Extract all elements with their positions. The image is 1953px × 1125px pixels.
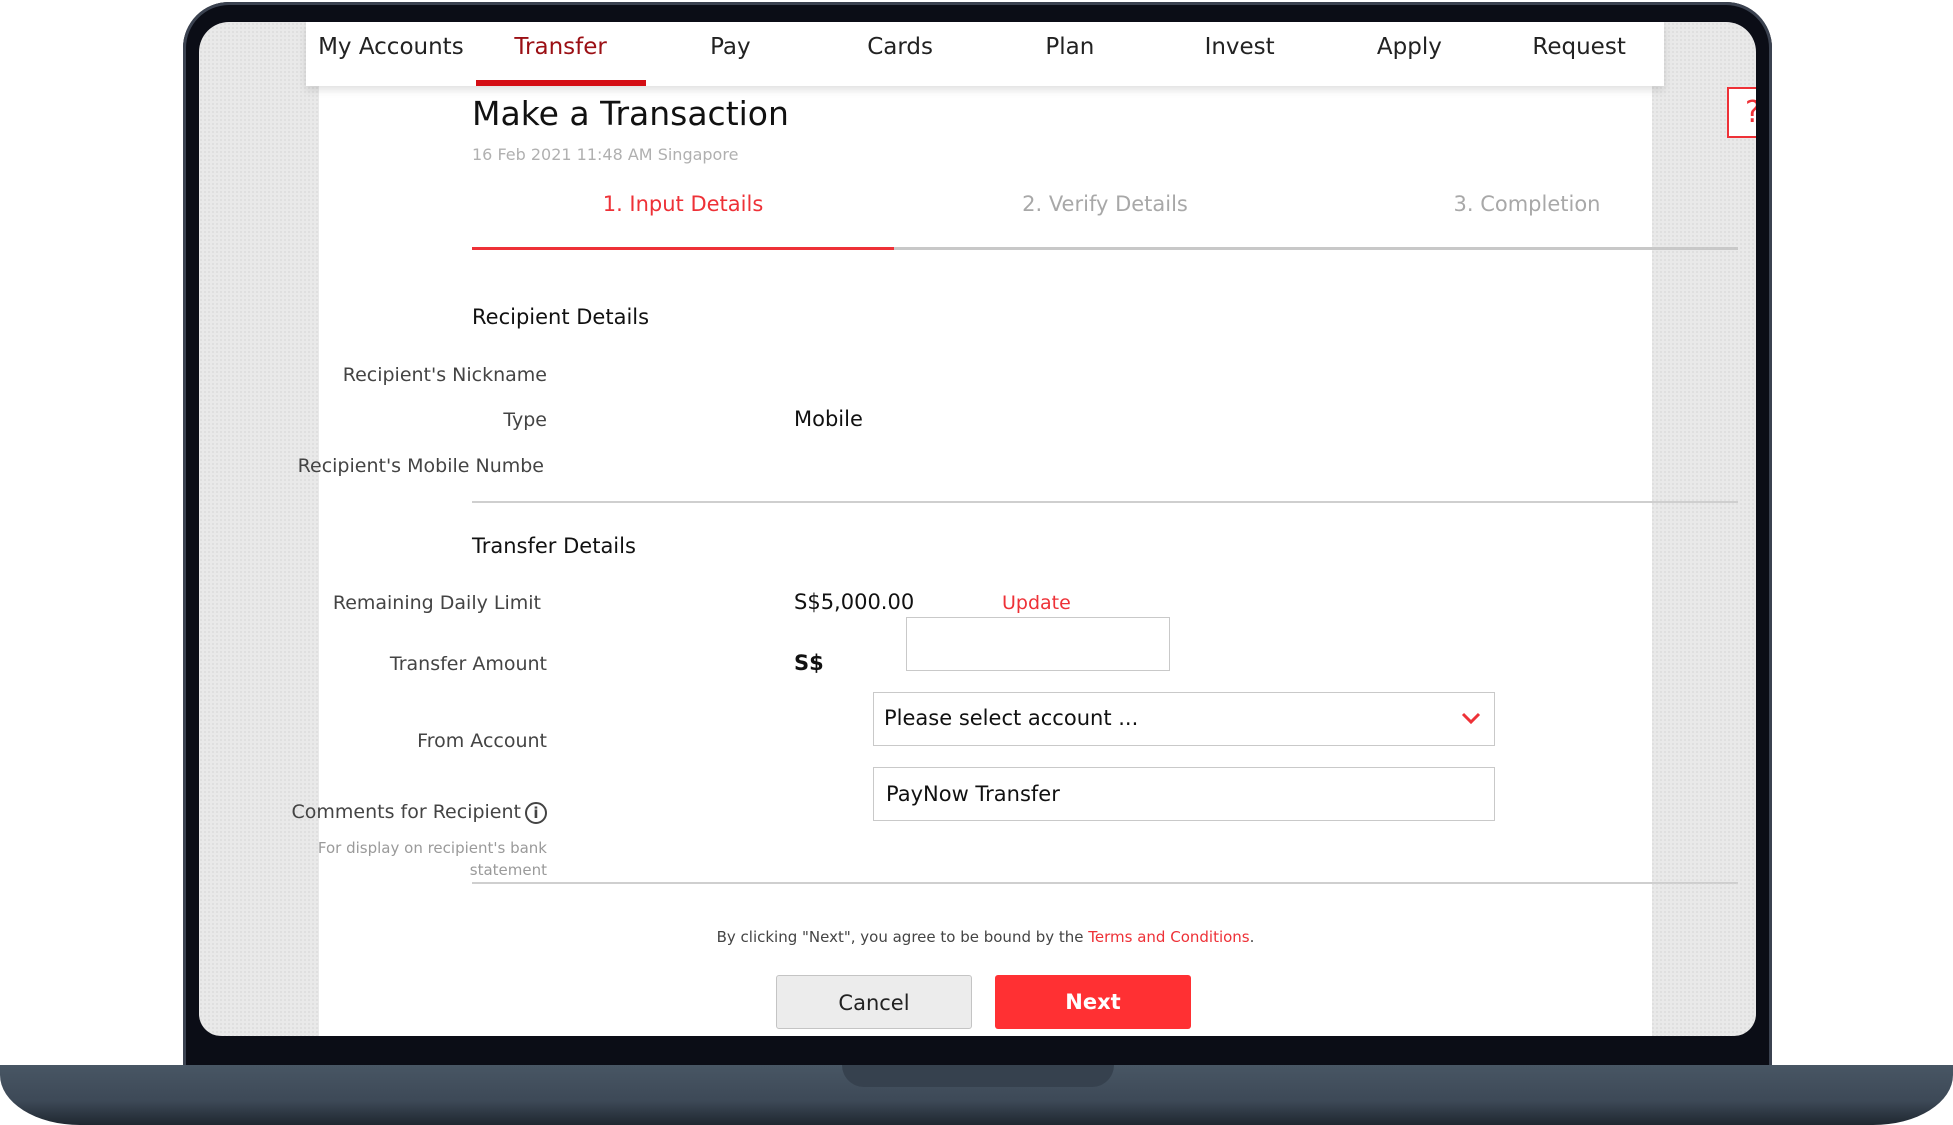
- from-account-select[interactable]: Please select account ...: [873, 692, 1495, 746]
- question-mark-icon: ?: [1745, 95, 1756, 130]
- page-title: Make a Transaction: [472, 94, 789, 133]
- mobile-number-label: Recipient's Mobile Numbe: [297, 455, 544, 477]
- from-account-value: Please select account ...: [884, 706, 1139, 730]
- cancel-button[interactable]: Cancel: [776, 975, 972, 1029]
- step-verify-details: 2. Verify Details: [1022, 192, 1188, 216]
- nav-request[interactable]: Request: [1494, 22, 1664, 86]
- from-account-label: From Account: [417, 730, 547, 752]
- daily-limit-label: Remaining Daily Limit: [332, 592, 541, 614]
- step-input-details: 1. Input Details: [602, 192, 764, 216]
- nav-my-accounts[interactable]: My Accounts: [306, 22, 476, 86]
- next-button[interactable]: Next: [995, 975, 1191, 1029]
- section-divider: [472, 501, 1738, 503]
- type-value: Mobile: [794, 407, 863, 431]
- info-icon[interactable]: i: [525, 801, 547, 824]
- transfer-amount-label: Transfer Amount: [389, 653, 547, 675]
- footer-divider: [472, 882, 1738, 884]
- transfer-amount-input[interactable]: [907, 618, 1169, 670]
- nav-transfer[interactable]: Transfer: [475, 22, 646, 86]
- type-label: Type: [503, 409, 547, 431]
- transfer-details-heading: Transfer Details: [472, 534, 636, 558]
- terms-prefix: By clicking "Next", you agree to be boun…: [716, 928, 1089, 946]
- step-indicator: 1. Input Details 2. Verify Details 3. Co…: [472, 192, 1738, 250]
- update-limit-link[interactable]: Update: [1002, 592, 1071, 614]
- step-completion: 3. Completion: [1453, 192, 1601, 216]
- nickname-label: Recipient's Nickname: [342, 364, 547, 386]
- nav-cards[interactable]: Cards: [815, 22, 985, 86]
- comments-label: Comments for Recipient: [291, 801, 521, 823]
- help-button[interactable]: ?: [1727, 87, 1756, 138]
- terms-notice: By clicking "Next", you agree to be boun…: [319, 928, 1652, 946]
- step-progress-track: [472, 247, 1738, 250]
- nav-pay[interactable]: Pay: [646, 22, 816, 86]
- comments-label-row: Comments for Recipient i: [292, 801, 547, 824]
- nav-plan[interactable]: Plan: [985, 22, 1155, 86]
- daily-limit-value: S$5,000.00: [794, 590, 915, 614]
- top-nav: My Accounts Transfer Pay Cards Plan Inve…: [306, 22, 1664, 86]
- laptop-notch: [842, 1065, 1114, 1087]
- terms-link[interactable]: Terms and Conditions: [1088, 928, 1249, 946]
- comments-input[interactable]: [874, 768, 1494, 820]
- nav-apply[interactable]: Apply: [1325, 22, 1495, 86]
- nav-invest[interactable]: Invest: [1155, 22, 1325, 86]
- transfer-amount-field[interactable]: [906, 617, 1170, 671]
- page-datetime: 16 Feb 2021 11:48 AM Singapore: [472, 145, 739, 164]
- content-panel: ? Make a Transaction 16 Feb 2021 11:48 A…: [292, 22, 1756, 1036]
- chevron-down-icon: [1461, 712, 1481, 725]
- step-progress-fill: [472, 247, 894, 250]
- currency-label: S$: [794, 651, 824, 675]
- terms-suffix: .: [1249, 928, 1255, 946]
- comments-field[interactable]: [873, 767, 1495, 821]
- laptop-screen: My Accounts Transfer Pay Cards Plan Inve…: [199, 22, 1756, 1036]
- comments-helper-text: For display on recipient's bank statemen…: [317, 839, 547, 879]
- recipient-details-heading: Recipient Details: [472, 305, 650, 329]
